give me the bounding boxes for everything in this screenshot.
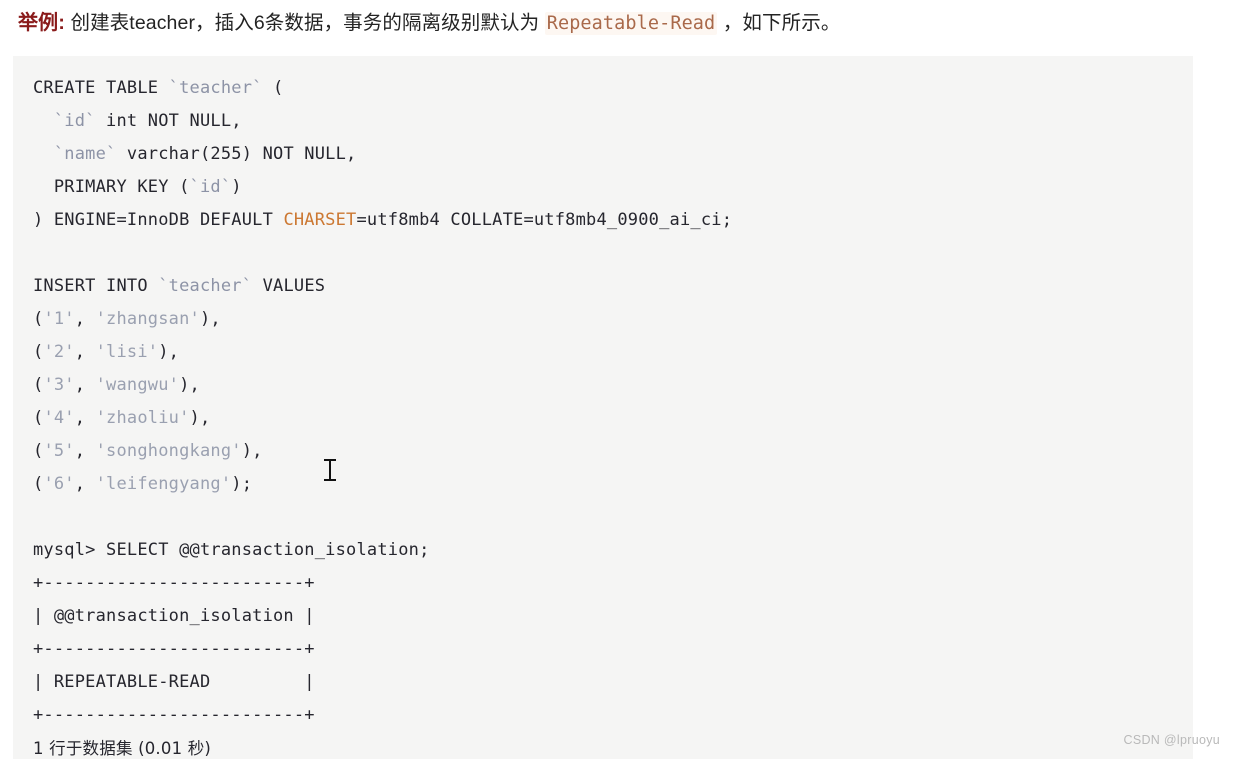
code-token: ( xyxy=(262,78,284,98)
code-token: '2' xyxy=(43,342,75,362)
code-line: CREATE TABLE `teacher` ( xyxy=(33,72,1193,105)
code-token: =utf8mb4 COLLATE=utf8mb4_0900_ai_ci; xyxy=(356,210,733,230)
caption-text-before: 创建表teacher，插入6条数据，事务的隔离级别默认为 xyxy=(70,12,540,34)
code-line: | REPEATABLE-READ | xyxy=(33,666,1193,699)
code-line: ('2', 'lisi'), xyxy=(33,336,1193,369)
caption-lead-label: 举例: xyxy=(18,12,65,34)
code-token: `teacher` xyxy=(168,78,263,98)
code-token: CHARSET xyxy=(283,210,357,230)
code-line: +-------------------------+ xyxy=(33,699,1193,732)
code-token: 'zhangsan' xyxy=(95,309,200,329)
code-line: | @@transaction_isolation | xyxy=(33,600,1193,633)
csdn-watermark: CSDN @lpruoyu xyxy=(1123,733,1220,747)
code-token: +-------------------------+ xyxy=(33,573,315,593)
code-token: +-------------------------+ xyxy=(33,639,315,659)
code-token: '3' xyxy=(43,375,75,395)
code-token: , xyxy=(74,408,96,428)
code-token: int NOT NULL, xyxy=(95,111,242,131)
code-token: INSERT INTO xyxy=(33,276,159,296)
code-token: ( xyxy=(33,342,44,362)
code-token: +-------------------------+ xyxy=(33,705,315,725)
code-line: `name` varchar(255) NOT NULL, xyxy=(33,138,1193,171)
code-token: ), xyxy=(158,342,180,362)
code-token: `id` xyxy=(189,177,232,197)
code-token: `name` xyxy=(53,144,117,164)
code-token: 'leifengyang' xyxy=(95,474,232,494)
sql-code-block[interactable]: CREATE TABLE `teacher` ( `id` int NOT NU… xyxy=(13,56,1193,759)
code-token: ), xyxy=(189,408,211,428)
code-token: '6' xyxy=(43,474,75,494)
caption-inline-code: Repeatable-Read xyxy=(544,12,718,35)
example-caption: 举例: 创建表teacher，插入6条数据，事务的隔离级别默认为 Repeata… xyxy=(18,6,1218,42)
code-line: INSERT INTO `teacher` VALUES xyxy=(33,270,1193,303)
code-token: , xyxy=(74,309,96,329)
code-token: 'zhaoliu' xyxy=(95,408,190,428)
code-token: CREATE TABLE xyxy=(33,78,169,98)
code-line: ('4', 'zhaoliu'), xyxy=(33,402,1193,435)
code-token: 'lisi' xyxy=(95,342,159,362)
code-token: , xyxy=(74,342,96,362)
code-line: mysql> SELECT @@transaction_isolation; xyxy=(33,534,1193,567)
code-token: 1 行于数据集 (0.01 秒) xyxy=(33,739,212,758)
code-line: +-------------------------+ xyxy=(33,567,1193,600)
code-token: ( xyxy=(33,408,44,428)
code-token: | REPEATABLE-READ | xyxy=(33,672,315,692)
code-token: ( xyxy=(33,474,44,494)
code-token: mysql> SELECT @@transaction_isolation; xyxy=(33,540,430,560)
code-token: '4' xyxy=(43,408,75,428)
code-token: ( xyxy=(33,441,44,461)
code-token: ( xyxy=(33,309,44,329)
code-token: `id` xyxy=(53,111,96,131)
code-line: +-------------------------+ xyxy=(33,633,1193,666)
code-lines-container: CREATE TABLE `teacher` ( `id` int NOT NU… xyxy=(33,72,1193,759)
code-token: ); xyxy=(231,474,253,494)
code-token: 'songhongkang' xyxy=(95,441,242,461)
code-line: PRIMARY KEY (`id`) xyxy=(33,171,1193,204)
code-token: ) xyxy=(231,177,242,197)
code-line: 1 行于数据集 (0.01 秒) xyxy=(33,732,1193,759)
code-token: ), xyxy=(179,375,200,395)
code-token: varchar(255) NOT NULL, xyxy=(116,144,357,164)
code-content[interactable]: CREATE TABLE `teacher` ( `id` int NOT NU… xyxy=(33,72,1193,759)
code-token: '5' xyxy=(43,441,75,461)
code-token: VALUES xyxy=(252,276,326,296)
code-token: '1' xyxy=(43,309,75,329)
code-token: , xyxy=(74,441,96,461)
code-line: ('1', 'zhangsan'), xyxy=(33,303,1193,336)
code-token: , xyxy=(74,474,96,494)
code-line: ('3', 'wangwu'), xyxy=(33,369,1193,402)
code-token: ), xyxy=(241,441,263,461)
code-token: `teacher` xyxy=(158,276,253,296)
caption-text-after: ，如下所示。 xyxy=(722,12,841,34)
code-token: PRIMARY KEY ( xyxy=(33,177,190,197)
code-token: ), xyxy=(199,309,221,329)
code-token: , xyxy=(74,375,96,395)
code-token: | @@transaction_isolation | xyxy=(33,606,315,626)
code-token: ) ENGINE=InnoDB DEFAULT xyxy=(33,210,284,230)
code-token: ( xyxy=(33,375,44,395)
code-line: ('6', 'leifengyang'); xyxy=(33,468,1193,501)
code-line: ) ENGINE=InnoDB DEFAULT CHARSET=utf8mb4 … xyxy=(33,204,1193,237)
code-line: ('5', 'songhongkang'), xyxy=(33,435,1193,468)
code-token: 'wangwu' xyxy=(95,375,180,395)
code-line: `id` int NOT NULL, xyxy=(33,105,1193,138)
